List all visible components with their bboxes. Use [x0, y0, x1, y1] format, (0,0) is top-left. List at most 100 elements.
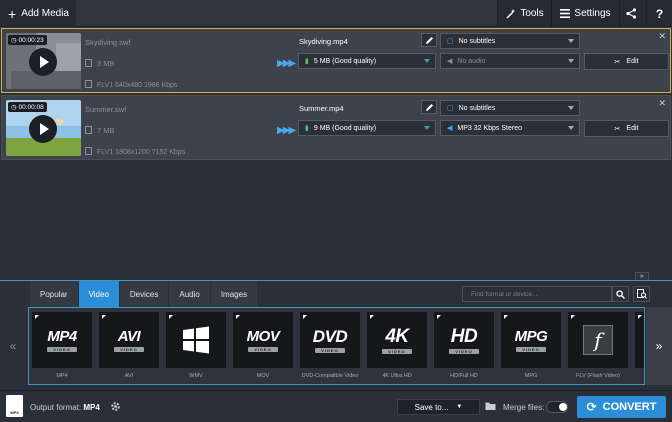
format-label: MOV	[256, 373, 270, 379]
output-filename[interactable]: Summer.mp4	[299, 104, 344, 113]
tools-label: Tools	[520, 8, 544, 19]
format-flv[interactable]: f FLV (Flash Video)	[568, 312, 628, 382]
tab-images[interactable]: Images	[210, 281, 259, 307]
output-size-dropdown[interactable]: ▮ 5 MB (Good quality)	[298, 53, 436, 69]
file-icon	[85, 59, 92, 67]
output-format-icon[interactable]: MP4	[6, 395, 23, 417]
speaker-icon: ◀	[447, 58, 453, 65]
tab-video[interactable]: Video	[78, 281, 120, 307]
file-row[interactable]: ◷ 00:00:08 Summer.swf 7 MB FLV1 1808x120…	[1, 95, 671, 160]
chevron-down-icon	[568, 106, 574, 110]
format-label: DVD-Compatible Video	[301, 373, 359, 379]
gear-icon[interactable]	[110, 401, 121, 412]
share-icon	[625, 8, 636, 19]
app-window: + Add Media Tools Settings ? ◷ 00:00:23 …	[0, 0, 672, 422]
tools-button[interactable]: Tools	[497, 0, 551, 27]
subtitles-dropdown[interactable]: ▢ No subtitles	[440, 33, 580, 49]
formats-prev-button[interactable]: «	[0, 307, 26, 385]
source-meta-text: FLV1 1808x1200 7152 Kbps	[97, 149, 186, 156]
search-button[interactable]	[612, 286, 629, 302]
device-search-icon	[636, 289, 647, 299]
save-to-label: Save to...	[414, 402, 449, 412]
format-partial[interactable]	[635, 312, 644, 382]
refresh-icon: ⟳	[586, 400, 597, 414]
edit-label: Edit	[626, 125, 639, 132]
convert-button[interactable]: ⟳ CONVERT	[577, 396, 666, 418]
file-icon	[85, 126, 92, 134]
close-icon[interactable]: ✕	[658, 31, 666, 42]
settings-label: Settings	[574, 8, 611, 19]
subtitles-icon: ▢	[447, 105, 454, 112]
plus-icon: +	[8, 5, 17, 22]
format-mp4[interactable]: MP4 VIDEO MP4	[32, 312, 92, 382]
share-button[interactable]	[619, 0, 646, 27]
dvd-icon: DVD VIDEO	[300, 312, 360, 368]
chevron-down-icon	[568, 39, 574, 43]
format-hd[interactable]: HD VIDEO HD/Full HD	[434, 312, 494, 382]
format-label: AVI	[124, 373, 134, 379]
output-format: Output format: MP4	[30, 403, 100, 412]
edit-button[interactable]: ✂ Edit	[584, 53, 669, 70]
output-size-text: 9 MB (Good quality)	[313, 124, 377, 132]
video-thumbnail[interactable]: ◷ 00:00:23	[6, 33, 81, 89]
search-icon	[616, 289, 625, 299]
file-green-icon: ▮	[305, 125, 309, 132]
add-media-label: Add Media	[21, 8, 69, 19]
source-meta-text: FLV1 640x480 1986 Kbps	[97, 82, 178, 89]
source-meta: FLV1 640x480 1986 Kbps	[85, 80, 177, 89]
detect-device-button[interactable]	[633, 286, 650, 302]
rename-button[interactable]	[421, 33, 437, 47]
format-wmv[interactable]: WMV	[166, 312, 226, 382]
film-icon	[85, 80, 92, 88]
save-to-dropdown[interactable]: Save to... ▼	[397, 399, 480, 415]
output-format-label: Output format:	[30, 403, 82, 412]
video-thumbnail[interactable]: ◷ 00:00:08	[6, 100, 81, 156]
settings-button[interactable]: Settings	[551, 0, 619, 27]
convert-arrow-icon: ▶▶▶	[277, 58, 296, 69]
chevron-down-icon: ▼	[456, 404, 463, 410]
audio-dropdown[interactable]: ◀ MP3 32 Kbps Stereo	[440, 120, 580, 136]
output-size-dropdown[interactable]: ▮ 9 MB (Good quality)	[298, 120, 436, 136]
format-mpg[interactable]: MPG VIDEO MPG	[501, 312, 561, 382]
add-media-button[interactable]: + Add Media	[0, 0, 76, 27]
help-button[interactable]: ?	[646, 0, 672, 27]
output-filename[interactable]: Skydiving.mp4	[299, 37, 348, 46]
bottom-bar: MP4 Output format: MP4 Save to... ▼ Merg…	[0, 390, 672, 422]
duration-badge: ◷ 00:00:08	[8, 102, 47, 112]
tab-devices[interactable]: Devices	[119, 281, 170, 307]
close-icon[interactable]: ✕	[658, 98, 666, 109]
audio-dropdown[interactable]: ◀ No audio	[440, 53, 580, 69]
rename-button[interactable]	[421, 100, 437, 114]
play-button[interactable]	[29, 48, 57, 76]
edit-button[interactable]: ✂ Edit	[584, 120, 669, 137]
subtitles-dropdown[interactable]: ▢ No subtitles	[440, 100, 580, 116]
format-label: MPG	[524, 373, 538, 379]
wand-icon	[506, 9, 516, 19]
film-icon	[85, 147, 92, 155]
folder-icon[interactable]	[485, 401, 496, 411]
mov-icon: MOV VIDEO	[233, 312, 293, 368]
source-filename: Summer.swf	[85, 105, 127, 114]
format-mov[interactable]: MOV VIDEO MOV	[233, 312, 293, 382]
scissors-icon: ✂	[614, 58, 621, 66]
chevron-down-icon	[424, 126, 430, 130]
source-size: 7 MB	[85, 126, 115, 135]
format-avi[interactable]: AVI VIDEO AVI	[99, 312, 159, 382]
format-search-input[interactable]: Find format or device...	[462, 286, 612, 302]
file-row[interactable]: ◷ 00:00:23 Skydiving.swf 3 MB FLV1 640x4…	[1, 28, 671, 93]
formats-next-button[interactable]: »	[646, 307, 672, 385]
tab-audio[interactable]: Audio	[169, 281, 211, 307]
format-label: WMV	[189, 373, 203, 379]
tab-popular[interactable]: Popular	[30, 281, 79, 307]
merge-files-toggle[interactable]	[546, 401, 568, 413]
pencil-icon	[425, 103, 433, 111]
source-size-text: 7 MB	[97, 126, 115, 135]
windows-logo-icon	[166, 312, 226, 368]
scissors-icon: ✂	[614, 125, 621, 133]
play-button[interactable]	[29, 115, 57, 143]
mpg-icon: MPG VIDEO	[501, 312, 561, 368]
format-dvd[interactable]: DVD VIDEO DVD-Compatible Video	[300, 312, 360, 382]
audio-text: MP3 32 Kbps Stereo	[457, 124, 522, 132]
format-4k[interactable]: 4K VIDEO 4K Ultra HD	[367, 312, 427, 382]
hd-icon: HD VIDEO	[434, 312, 494, 368]
